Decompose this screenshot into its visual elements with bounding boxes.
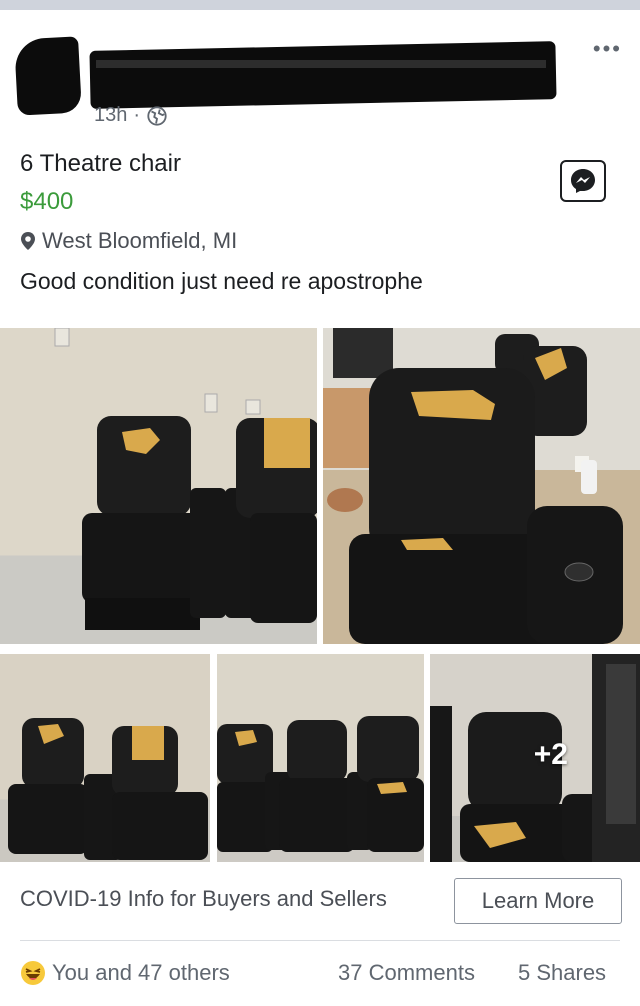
location-pin-icon (21, 232, 35, 250)
listing-photo-5[interactable]: +2 (430, 654, 640, 862)
photo-2-art (323, 328, 623, 644)
photo-4-art (217, 716, 424, 852)
redaction-scribble (96, 60, 546, 68)
listing-price: $400 (20, 188, 74, 215)
more-photos-count[interactable]: +2 (534, 738, 568, 772)
listing-photo-2[interactable] (323, 328, 640, 644)
footer-divider (20, 940, 620, 941)
more-options-icon[interactable]: ••• (593, 38, 622, 60)
learn-more-button[interactable]: Learn More (454, 878, 622, 924)
post-time[interactable]: 13h (94, 104, 127, 127)
listing-title: 6 Theatre chair (20, 150, 181, 177)
author-name-redacted[interactable] (89, 41, 557, 109)
covid-info-text: COVID-19 Info for Buyers and Sellers (20, 886, 387, 911)
post-meta: 13h · (94, 104, 168, 127)
shares-count[interactable]: 5 Shares (518, 960, 606, 986)
top-status-bar (0, 0, 640, 10)
photo-3-art (8, 718, 208, 860)
photo-1-art (54, 328, 317, 630)
listing-description: Good condition just need re apostrophe (20, 268, 423, 294)
comments-count[interactable]: 37 Comments (338, 960, 475, 986)
reaction-text: You and 47 others (52, 960, 230, 985)
messenger-button[interactable] (560, 160, 606, 202)
listing-location: West Bloomfield, MI (20, 228, 237, 254)
location-text: West Bloomfield, MI (42, 228, 238, 253)
reaction-summary[interactable]: You and 47 others (20, 960, 230, 986)
messenger-icon (571, 169, 595, 193)
listing-photo-4[interactable] (217, 654, 424, 862)
avatar-redacted[interactable] (14, 36, 82, 116)
globe-icon (147, 105, 167, 126)
haha-reaction-icon (21, 961, 45, 985)
listing-photo-3[interactable] (0, 654, 210, 862)
listing-photo-1[interactable] (0, 328, 317, 644)
meta-separator: · (133, 104, 141, 126)
